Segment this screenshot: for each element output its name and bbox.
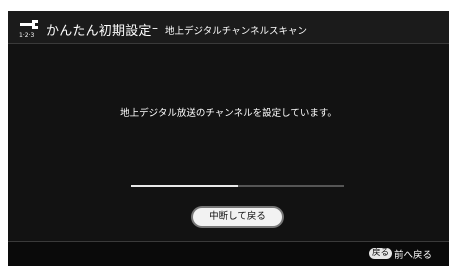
- svg-text:1·2·3: 1·2·3: [19, 32, 34, 39]
- back-hint-label[interactable]: 前へ戻る: [394, 247, 432, 261]
- progress-bar: [131, 185, 344, 187]
- footer-bar: 戻る 前へ戻る: [8, 241, 449, 266]
- page-subtitle: 地上デジタルチャンネルスキャン: [165, 26, 308, 37]
- setup-screen: 1·2·3 かんたん初期設定 – 地上デジタルチャンネルスキャン 地上デジタル放…: [8, 11, 449, 266]
- status-message: 地上デジタル放送のチャンネルを設定しています。: [120, 108, 337, 119]
- title-separator: –: [152, 21, 158, 35]
- back-key-icon: 戻る: [369, 248, 393, 259]
- page-title: かんたん初期設定: [46, 24, 152, 39]
- content-panel: 地上デジタル放送のチャンネルを設定しています。 中断して戻る: [8, 44, 449, 241]
- header-bar: 1·2·3 かんたん初期設定 – 地上デジタルチャンネルスキャン: [8, 11, 449, 44]
- progress-fill: [131, 185, 238, 187]
- stop-and-return-button[interactable]: 中断して戻る: [193, 208, 282, 226]
- wrench-setup-icon: 1·2·3: [19, 20, 38, 39]
